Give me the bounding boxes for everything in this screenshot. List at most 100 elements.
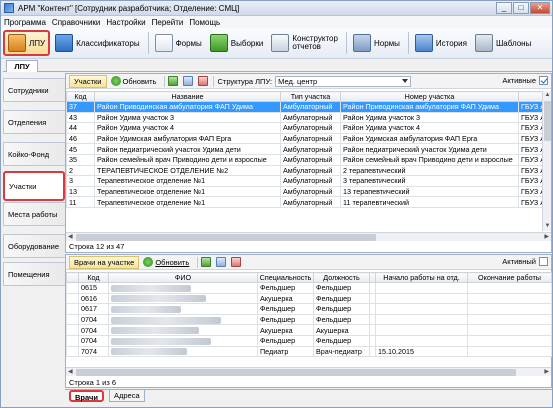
delete-icon[interactable] xyxy=(231,257,242,267)
sites-refresh-button[interactable]: Обновить xyxy=(110,76,156,86)
menu-references[interactable]: Справочники xyxy=(52,18,100,27)
nav-rooms[interactable]: Помещения xyxy=(3,262,65,286)
table-row[interactable]: 0704 Акушерка Акушерка xyxy=(66,324,552,336)
scroll-right-icon[interactable]: ▶ xyxy=(544,233,549,242)
specialty-cell: Фельдшер xyxy=(257,334,314,347)
nav-bed-fund[interactable]: Койко-Фонд xyxy=(3,142,65,166)
table-cell: Амбулаторный xyxy=(280,185,341,198)
lpu-button[interactable]: ЛПУ xyxy=(3,30,51,56)
col-code[interactable]: Код xyxy=(78,272,109,283)
row-indicator xyxy=(66,313,79,326)
table-row[interactable]: 0617 Фельдшер Фельдшер xyxy=(66,303,552,315)
maximize-button[interactable]: □ xyxy=(513,2,529,14)
classifiers-label: Классификаторы xyxy=(76,38,140,48)
col-specialty[interactable]: Специальность xyxy=(257,272,314,283)
table-row[interactable]: 43 Район Удима участок 3 Амбулаторный Район… xyxy=(66,111,543,124)
tab-doctors[interactable]: Врачи xyxy=(69,390,104,402)
table-row[interactable]: 44 Район Удима участок 4 Амбулаторный Район… xyxy=(66,122,543,134)
delete-icon[interactable] xyxy=(198,76,209,86)
scroll-left-icon[interactable]: ◀ xyxy=(68,233,73,242)
redacted-name xyxy=(111,316,221,324)
specialty-cell: Акушерка xyxy=(257,292,314,305)
forms-button[interactable]: Формы xyxy=(152,30,205,56)
menu-bar: Программа Справочники Настройки Перейти … xyxy=(1,16,552,28)
books-icon xyxy=(55,34,74,52)
table-row[interactable]: 0616 Акушерка Фельдшер xyxy=(66,292,552,305)
position-cell: Врач-педиатр xyxy=(313,345,370,358)
table-row[interactable]: 35 Район семейный врач Приводино дети и в… xyxy=(66,153,543,166)
table-row[interactable]: 2 ТЕРАПЕВТИЧЕСКОЕ ОТДЕЛЕНИЕ №2 Амбулаторны… xyxy=(66,164,543,177)
table-cell: Амбулаторный xyxy=(280,153,341,166)
col-indicator[interactable] xyxy=(66,272,79,283)
table-row[interactable]: 37 Район Приводинская амбулатория ФАП Уди… xyxy=(66,101,543,113)
redacted-name xyxy=(111,337,211,345)
close-button[interactable]: ✕ xyxy=(530,2,550,14)
sites-horizontal-scrollbar[interactable]: ◀ ▶ xyxy=(66,232,551,241)
end-date-cell xyxy=(467,324,552,336)
active-checkbox[interactable] xyxy=(539,76,548,85)
col-org[interactable] xyxy=(518,91,543,102)
table-row[interactable]: 13 Терапевтическое отделение №1 Амбулаторн… xyxy=(66,185,543,198)
table-row[interactable]: 0704 Фельдшер Фельдшер xyxy=(66,334,552,347)
scroll-up-icon[interactable]: ▲ xyxy=(544,92,551,99)
table-row[interactable]: 3 Терапевтическое отделение №1 Амбулаторны… xyxy=(66,175,543,187)
edit-icon[interactable] xyxy=(216,257,227,267)
structure-label: Структура ЛПУ: xyxy=(217,76,273,86)
col-type[interactable]: Тип участка xyxy=(280,91,341,102)
doctors-horizontal-scrollbar[interactable]: ◀ ▶ xyxy=(66,367,551,376)
scroll-left-icon[interactable]: ◀ xyxy=(68,368,73,377)
col-start[interactable]: Начало работы на отд. xyxy=(375,272,468,283)
document-tabs: ЛПУ xyxy=(3,60,552,72)
table-cell: Терапевтическое отделение №1 xyxy=(94,185,281,198)
bottom-tabs: Врачи Адреса xyxy=(65,389,552,402)
tab-addresses[interactable]: Адреса xyxy=(109,390,145,402)
menu-help[interactable]: Помощь xyxy=(189,18,220,27)
minimize-button[interactable]: _ xyxy=(496,2,512,14)
col-fio[interactable]: ФИО xyxy=(108,272,258,283)
structure-select[interactable]: Мед. центр xyxy=(275,75,412,87)
nav-sites[interactable]: Участки xyxy=(3,171,65,201)
active-checkbox[interactable] xyxy=(539,257,548,266)
selections-button[interactable]: Выборки xyxy=(207,30,267,56)
history-button[interactable]: История xyxy=(412,30,470,56)
table-row[interactable]: 46 Район Удимская амбулатория ФАП Ерга Амб… xyxy=(66,132,543,145)
structure-value: Мед. центр xyxy=(278,76,318,86)
nav-departments[interactable]: Отделения xyxy=(3,110,65,134)
add-icon[interactable] xyxy=(201,257,212,267)
sites-vertical-scrollbar[interactable]: ▲ ▼ xyxy=(542,91,551,231)
doctors-refresh-button[interactable]: Обновить xyxy=(143,257,189,267)
code-cell: 0704 xyxy=(78,324,109,336)
nav-workplaces[interactable]: Места работы xyxy=(3,202,65,226)
table-row[interactable]: 7074 Педиатр Врач-педиатр 15.10.2015 xyxy=(66,345,552,358)
menu-goto[interactable]: Перейти xyxy=(152,18,184,27)
edit-icon[interactable] xyxy=(183,76,194,86)
tab-lpu[interactable]: ЛПУ xyxy=(6,60,38,72)
fio-cell xyxy=(108,313,258,326)
col-code[interactable]: Код xyxy=(66,91,95,102)
scroll-right-icon[interactable]: ▶ xyxy=(544,368,549,377)
menu-program[interactable]: Программа xyxy=(4,18,46,27)
table-cell: ГБУЗ А xyxy=(518,185,543,198)
scroll-down-icon[interactable]: ▼ xyxy=(544,223,551,230)
table-row[interactable]: 0615 Фельдшер Фельдшер xyxy=(66,282,552,294)
table-cell: ГБУЗ А xyxy=(518,143,543,155)
table-row[interactable]: 11 Терапевтическое отделение №1 Амбулаторн… xyxy=(66,196,543,208)
redacted-name xyxy=(111,327,199,335)
fio-cell xyxy=(108,282,258,294)
menu-settings[interactable]: Настройки xyxy=(106,18,145,27)
report-constructor-button[interactable]: Конструктор отчетов xyxy=(268,30,341,56)
col-number[interactable]: Номер участка xyxy=(340,91,519,102)
nav-equipment[interactable]: Оборудование xyxy=(3,234,65,258)
col-position[interactable]: Должность xyxy=(313,272,370,283)
col-name[interactable]: Название xyxy=(94,91,281,102)
table-row[interactable]: 45 Район педиатрический участок Удима дет… xyxy=(66,143,543,155)
sites-status: Строка 12 из 47 xyxy=(69,242,125,251)
classifiers-button[interactable]: Классификаторы xyxy=(52,30,142,56)
table-row[interactable]: 0704 Фельдшер Фельдшер xyxy=(66,313,552,326)
add-icon[interactable] xyxy=(168,76,179,86)
norms-button[interactable]: Нормы xyxy=(350,30,403,56)
col-end[interactable]: Окончание работы xyxy=(467,272,552,283)
table-cell: 3 xyxy=(66,175,95,187)
nav-employees[interactable]: Сотрудники xyxy=(3,78,65,102)
templates-button[interactable]: Шаблоны xyxy=(472,30,534,56)
